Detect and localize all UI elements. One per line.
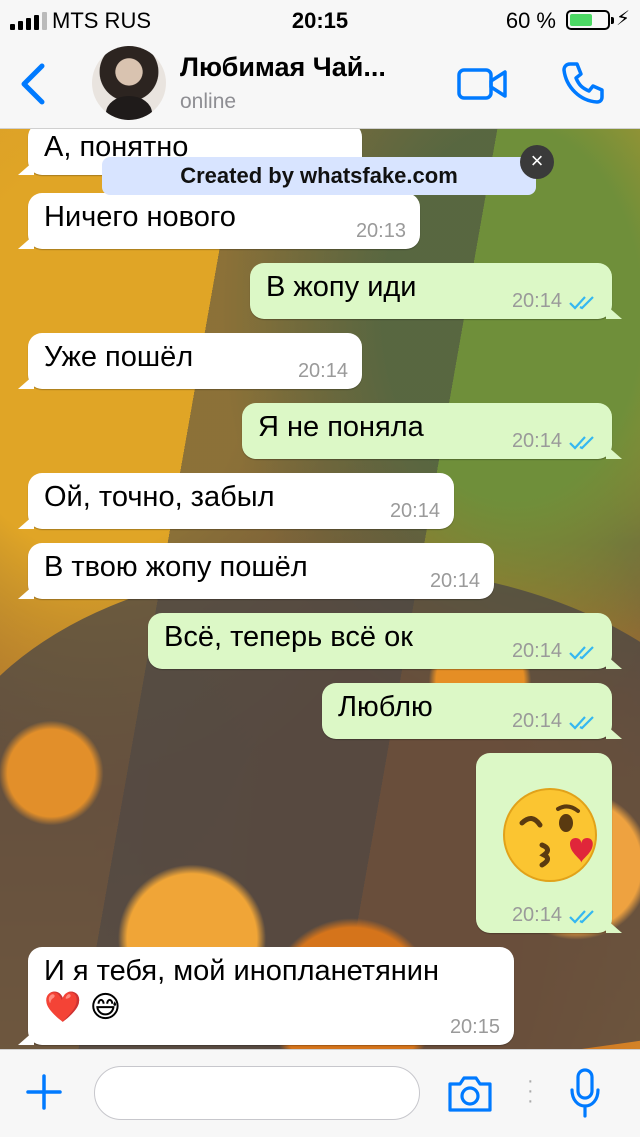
message-bubble[interactable]: Ничего нового 20:13 <box>18 193 420 249</box>
message-time: 20:14 <box>511 710 562 732</box>
message-time: 20:14 <box>297 360 348 382</box>
message-bubble[interactable]: Уже пошёл 20:14 <box>18 333 362 389</box>
status-bar: MTS RUS 20:15 60 % ⚡ <box>0 0 640 40</box>
read-ticks-icon <box>569 645 594 660</box>
battery-icon <box>566 10 614 30</box>
message-text: Я не поняла <box>258 411 424 443</box>
contact-status: online <box>180 90 237 113</box>
chat-header: Любимая Чай... online <box>0 40 640 129</box>
contact-name[interactable]: Любимая Чай... <box>180 52 386 83</box>
message-bubble[interactable]: Я не поняла 20:14 <box>242 403 622 459</box>
message-time: 20:14 <box>429 570 480 592</box>
message-text: Люблю <box>338 691 433 723</box>
message-bubble[interactable]: В жопу иди 20:14 <box>250 263 622 319</box>
message-emoji-line: ❤️ 😅 <box>44 991 121 1024</box>
message-input[interactable] <box>94 1066 420 1120</box>
read-ticks-icon <box>569 295 594 310</box>
kissing-face-emoji <box>503 788 597 882</box>
message-text: Всё, теперь всё ок <box>164 621 413 653</box>
close-icon[interactable]: × <box>520 145 554 179</box>
microphone-icon[interactable] <box>568 1068 602 1120</box>
avatar[interactable] <box>92 46 166 120</box>
message-bubble[interactable]: И я тебя, мой инопланетянин ❤️ 😅 20:15 <box>18 947 514 1045</box>
video-camera-icon[interactable] <box>456 64 508 104</box>
input-bar: · · · <box>0 1049 640 1137</box>
message-bubble-emoji[interactable]: 20:14 <box>476 753 622 933</box>
message-time: 20:14 <box>511 430 562 452</box>
read-ticks-icon <box>569 435 594 450</box>
plus-icon[interactable] <box>26 1074 62 1110</box>
message-time: 20:14 <box>511 640 562 662</box>
chat-area[interactable]: А, понятно Ничего нового 20:13 В жопу ид… <box>0 129 640 1049</box>
message-text: Уже пошёл <box>44 341 194 373</box>
message-text: Ой, точно, забыл <box>44 481 275 513</box>
bolt-icon: ⚡ <box>615 8 630 30</box>
message-time: 20:15 <box>449 1016 500 1038</box>
phone-icon[interactable] <box>560 60 606 106</box>
message-time: 20:14 <box>389 500 440 522</box>
message-text: В твою жопу пошёл <box>44 551 308 583</box>
read-ticks-icon <box>569 909 594 924</box>
read-ticks-icon <box>569 715 594 730</box>
battery-percent: 60 % <box>505 8 556 33</box>
message-time: 20:14 <box>511 904 562 926</box>
message-text: Ничего нового <box>44 201 236 233</box>
camera-icon[interactable] <box>446 1074 494 1114</box>
message-time: 20:14 <box>511 290 562 312</box>
divider-dots: · · · <box>527 1070 534 1112</box>
message-text: И я тебя, мой инопланетянин <box>44 955 440 987</box>
message-bubble[interactable]: Всё, теперь всё ок 20:14 <box>148 613 622 669</box>
message-bubble[interactable]: Люблю 20:14 <box>322 683 622 739</box>
chevron-left-icon[interactable] <box>14 60 54 108</box>
message-time: 20:13 <box>355 220 406 242</box>
message-text: В жопу иди <box>266 271 417 303</box>
watermark-banner: Created by whatsfake.com <box>102 157 536 195</box>
message-bubble[interactable]: Ой, точно, забыл 20:14 <box>18 473 454 529</box>
message-bubble[interactable]: В твою жопу пошёл 20:14 <box>18 543 494 599</box>
